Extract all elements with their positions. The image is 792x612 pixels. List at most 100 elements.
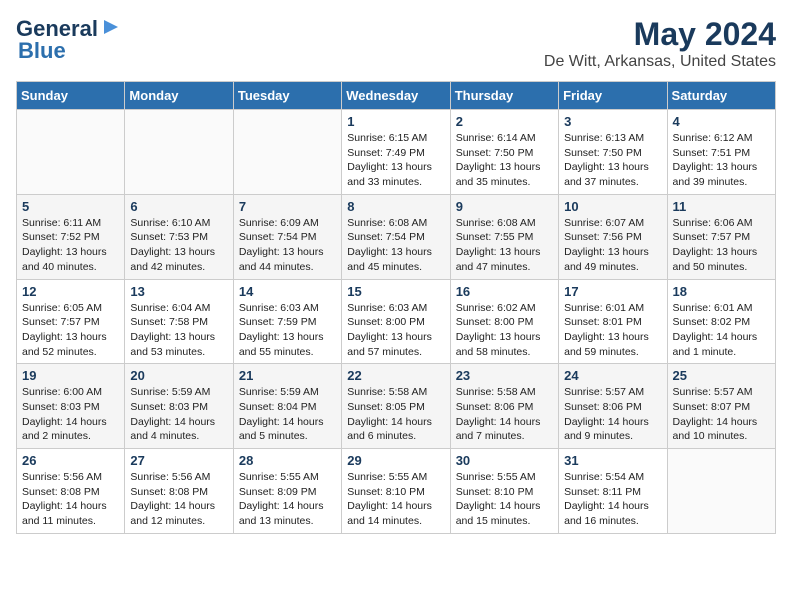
calendar-week-row: 1Sunrise: 6:15 AMSunset: 7:49 PMDaylight… bbox=[17, 110, 776, 195]
calendar-day-cell bbox=[667, 449, 775, 534]
day-header-monday: Monday bbox=[125, 82, 233, 110]
day-info: Sunrise: 6:14 AMSunset: 7:50 PMDaylight:… bbox=[456, 131, 553, 190]
day-number: 4 bbox=[673, 114, 770, 129]
calendar-day-cell: 23Sunrise: 5:58 AMSunset: 8:06 PMDayligh… bbox=[450, 364, 558, 449]
day-number: 20 bbox=[130, 368, 227, 383]
day-header-thursday: Thursday bbox=[450, 82, 558, 110]
day-number: 12 bbox=[22, 284, 119, 299]
day-number: 13 bbox=[130, 284, 227, 299]
day-info: Sunrise: 6:12 AMSunset: 7:51 PMDaylight:… bbox=[673, 131, 770, 190]
day-number: 15 bbox=[347, 284, 444, 299]
day-info: Sunrise: 6:00 AMSunset: 8:03 PMDaylight:… bbox=[22, 385, 119, 444]
day-info: Sunrise: 6:13 AMSunset: 7:50 PMDaylight:… bbox=[564, 131, 661, 190]
calendar-day-cell: 22Sunrise: 5:58 AMSunset: 8:05 PMDayligh… bbox=[342, 364, 450, 449]
page-subtitle: De Witt, Arkansas, United States bbox=[544, 53, 776, 71]
day-info: Sunrise: 5:57 AMSunset: 8:07 PMDaylight:… bbox=[673, 385, 770, 444]
calendar-day-cell: 18Sunrise: 6:01 AMSunset: 8:02 PMDayligh… bbox=[667, 279, 775, 364]
calendar-day-cell: 6 Sunrise: 6:10 AMSunset: 7:53 PMDaylight… bbox=[125, 194, 233, 279]
calendar-week-row: 5 Sunrise: 6:11 AMSunset: 7:52 PMDaylight… bbox=[17, 194, 776, 279]
calendar-day-cell: 20 Sunrise: 5:59 AMSunset: 8:03 PMDayligh… bbox=[125, 364, 233, 449]
calendar-day-cell: 9Sunrise: 6:08 AMSunset: 7:55 PMDaylight… bbox=[450, 194, 558, 279]
day-info: Sunrise: 6:08 AMSunset: 7:54 PMDaylight:… bbox=[347, 216, 444, 275]
day-info: Sunrise: 5:56 AMSunset: 8:08 PMDaylight:… bbox=[130, 470, 227, 529]
day-number: 24 bbox=[564, 368, 661, 383]
day-info: Sunrise: 6:04 AMSunset: 7:58 PMDaylight:… bbox=[130, 301, 227, 360]
calendar-day-cell: 28Sunrise: 5:55 AMSunset: 8:09 PMDayligh… bbox=[233, 449, 341, 534]
calendar-day-cell bbox=[17, 110, 125, 195]
day-number: 21 bbox=[239, 368, 336, 383]
day-info: Sunrise: 6:03 AMSunset: 7:59 PMDaylight:… bbox=[239, 301, 336, 360]
day-info: Sunrise: 6:02 AMSunset: 8:00 PMDaylight:… bbox=[456, 301, 553, 360]
page-title: May 2024 bbox=[544, 16, 776, 53]
calendar-day-cell: 31 Sunrise: 5:54 AMSunset: 8:11 PMDayligh… bbox=[559, 449, 667, 534]
calendar-day-cell: 5 Sunrise: 6:11 AMSunset: 7:52 PMDaylight… bbox=[17, 194, 125, 279]
calendar-day-cell bbox=[233, 110, 341, 195]
day-info: Sunrise: 6:05 AMSunset: 7:57 PMDaylight:… bbox=[22, 301, 119, 360]
calendar-day-cell: 15Sunrise: 6:03 AMSunset: 8:00 PMDayligh… bbox=[342, 279, 450, 364]
day-info: Sunrise: 5:55 AMSunset: 8:10 PMDaylight:… bbox=[456, 470, 553, 529]
calendar-day-cell: 21 Sunrise: 5:59 AMSunset: 8:04 PMDayligh… bbox=[233, 364, 341, 449]
calendar-day-cell: 17Sunrise: 6:01 AMSunset: 8:01 PMDayligh… bbox=[559, 279, 667, 364]
day-number: 14 bbox=[239, 284, 336, 299]
calendar-day-cell: 30 Sunrise: 5:55 AMSunset: 8:10 PMDayligh… bbox=[450, 449, 558, 534]
day-number: 26 bbox=[22, 453, 119, 468]
calendar-day-cell: 14 Sunrise: 6:03 AMSunset: 7:59 PMDayligh… bbox=[233, 279, 341, 364]
day-info: Sunrise: 5:59 AMSunset: 8:04 PMDaylight:… bbox=[239, 385, 336, 444]
day-info: Sunrise: 5:56 AMSunset: 8:08 PMDaylight:… bbox=[22, 470, 119, 529]
day-number: 6 bbox=[130, 199, 227, 214]
logo: General Blue bbox=[16, 16, 122, 64]
day-number: 11 bbox=[673, 199, 770, 214]
calendar-day-cell: 16Sunrise: 6:02 AMSunset: 8:00 PMDayligh… bbox=[450, 279, 558, 364]
calendar-day-cell: 7 Sunrise: 6:09 AMSunset: 7:54 PMDaylight… bbox=[233, 194, 341, 279]
day-info: Sunrise: 6:06 AMSunset: 7:57 PMDaylight:… bbox=[673, 216, 770, 275]
calendar-week-row: 19 Sunrise: 6:00 AMSunset: 8:03 PMDayligh… bbox=[17, 364, 776, 449]
calendar-day-cell: 27 Sunrise: 5:56 AMSunset: 8:08 PMDayligh… bbox=[125, 449, 233, 534]
day-info: Sunrise: 6:11 AMSunset: 7:52 PMDaylight:… bbox=[22, 216, 119, 275]
day-number: 31 bbox=[564, 453, 661, 468]
day-number: 8 bbox=[347, 199, 444, 214]
logo-blue: Blue bbox=[18, 38, 66, 64]
day-info: Sunrise: 5:55 AMSunset: 8:10 PMDaylight:… bbox=[347, 470, 444, 529]
day-info: Sunrise: 5:57 AMSunset: 8:06 PMDaylight:… bbox=[564, 385, 661, 444]
day-info: Sunrise: 6:07 AMSunset: 7:56 PMDaylight:… bbox=[564, 216, 661, 275]
day-number: 3 bbox=[564, 114, 661, 129]
day-header-friday: Friday bbox=[559, 82, 667, 110]
day-number: 30 bbox=[456, 453, 553, 468]
day-header-tuesday: Tuesday bbox=[233, 82, 341, 110]
day-number: 23 bbox=[456, 368, 553, 383]
calendar-day-cell: 13 Sunrise: 6:04 AMSunset: 7:58 PMDayligh… bbox=[125, 279, 233, 364]
calendar-day-cell: 8 Sunrise: 6:08 AMSunset: 7:54 PMDaylight… bbox=[342, 194, 450, 279]
day-number: 27 bbox=[130, 453, 227, 468]
day-info: Sunrise: 6:10 AMSunset: 7:53 PMDaylight:… bbox=[130, 216, 227, 275]
day-info: Sunrise: 5:55 AMSunset: 8:09 PMDaylight:… bbox=[239, 470, 336, 529]
calendar-day-cell: 3 Sunrise: 6:13 AMSunset: 7:50 PMDaylight… bbox=[559, 110, 667, 195]
day-header-wednesday: Wednesday bbox=[342, 82, 450, 110]
calendar-header-row: SundayMondayTuesdayWednesdayThursdayFrid… bbox=[17, 82, 776, 110]
calendar-day-cell: 19 Sunrise: 6:00 AMSunset: 8:03 PMDayligh… bbox=[17, 364, 125, 449]
day-info: Sunrise: 6:08 AMSunset: 7:55 PMDaylight:… bbox=[456, 216, 553, 275]
day-info: Sunrise: 6:15 AMSunset: 7:49 PMDaylight:… bbox=[347, 131, 444, 190]
calendar-day-cell: 26 Sunrise: 5:56 AMSunset: 8:08 PMDayligh… bbox=[17, 449, 125, 534]
day-number: 2 bbox=[456, 114, 553, 129]
day-number: 5 bbox=[22, 199, 119, 214]
day-number: 17 bbox=[564, 284, 661, 299]
title-block: May 2024 De Witt, Arkansas, United State… bbox=[544, 16, 776, 71]
day-info: Sunrise: 5:54 AMSunset: 8:11 PMDaylight:… bbox=[564, 470, 661, 529]
day-info: Sunrise: 5:58 AMSunset: 8:05 PMDaylight:… bbox=[347, 385, 444, 444]
calendar-day-cell: 11 Sunrise: 6:06 AMSunset: 7:57 PMDayligh… bbox=[667, 194, 775, 279]
day-number: 10 bbox=[564, 199, 661, 214]
day-number: 7 bbox=[239, 199, 336, 214]
logo-arrow-icon bbox=[100, 16, 122, 38]
calendar-table: SundayMondayTuesdayWednesdayThursdayFrid… bbox=[16, 81, 776, 534]
day-info: Sunrise: 6:09 AMSunset: 7:54 PMDaylight:… bbox=[239, 216, 336, 275]
day-number: 18 bbox=[673, 284, 770, 299]
day-info: Sunrise: 5:59 AMSunset: 8:03 PMDaylight:… bbox=[130, 385, 227, 444]
calendar-day-cell: 12 Sunrise: 6:05 AMSunset: 7:57 PMDayligh… bbox=[17, 279, 125, 364]
calendar-week-row: 26 Sunrise: 5:56 AMSunset: 8:08 PMDayligh… bbox=[17, 449, 776, 534]
calendar-day-cell: 25Sunrise: 5:57 AMSunset: 8:07 PMDayligh… bbox=[667, 364, 775, 449]
calendar-day-cell: 1Sunrise: 6:15 AMSunset: 7:49 PMDaylight… bbox=[342, 110, 450, 195]
calendar-day-cell: 29Sunrise: 5:55 AMSunset: 8:10 PMDayligh… bbox=[342, 449, 450, 534]
calendar-day-cell: 2 Sunrise: 6:14 AMSunset: 7:50 PMDaylight… bbox=[450, 110, 558, 195]
day-number: 19 bbox=[22, 368, 119, 383]
calendar-day-cell bbox=[125, 110, 233, 195]
